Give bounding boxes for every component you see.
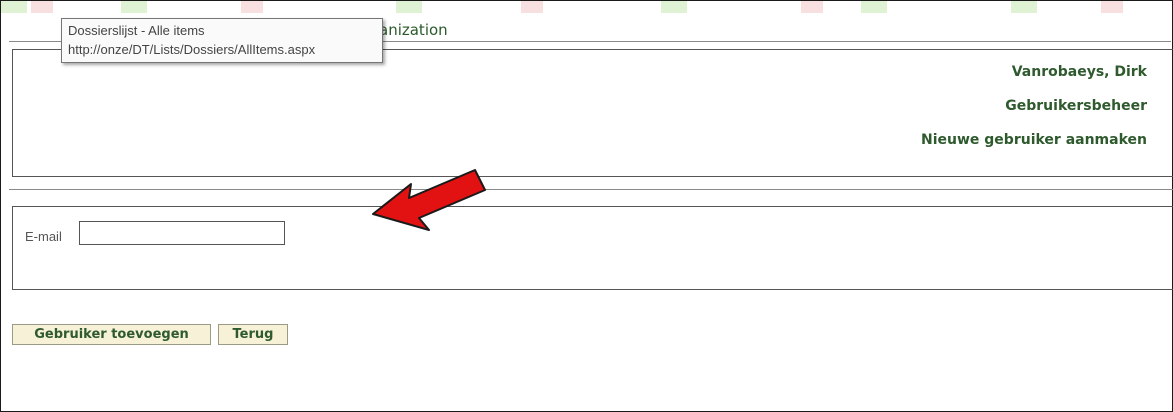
page-frame: anization Vanrobaeys, Dirk Gebruikersbeh… [0, 0, 1173, 412]
add-user-button[interactable]: Gebruiker toevoegen [12, 324, 211, 345]
link-tooltip: Dossierslijst - Alle items http://onze/D… [61, 18, 383, 63]
section-title: Gebruikersbeheer [1005, 98, 1147, 114]
subsection-title: Nieuwe gebruiker aanmaken [921, 132, 1147, 148]
red-arrow-icon [372, 169, 486, 231]
page-title[interactable]: anization [379, 21, 448, 39]
user-name: Vanrobaeys, Dirk [1011, 64, 1147, 80]
decorative-stripe-band [1, 1, 1172, 13]
email-label: E-mail [25, 229, 62, 244]
back-button[interactable]: Terug [218, 324, 288, 345]
header-info-panel: Vanrobaeys, Dirk Gebruikersbeheer Nieuwe… [12, 49, 1173, 177]
email-field[interactable] [79, 221, 285, 245]
divider [9, 189, 1173, 190]
email-form-panel: E-mail [12, 206, 1173, 290]
tooltip-url: http://onze/DT/Lists/Dossiers/AllItems.a… [68, 42, 316, 57]
tooltip-title: Dossierslijst - Alle items [68, 23, 205, 38]
